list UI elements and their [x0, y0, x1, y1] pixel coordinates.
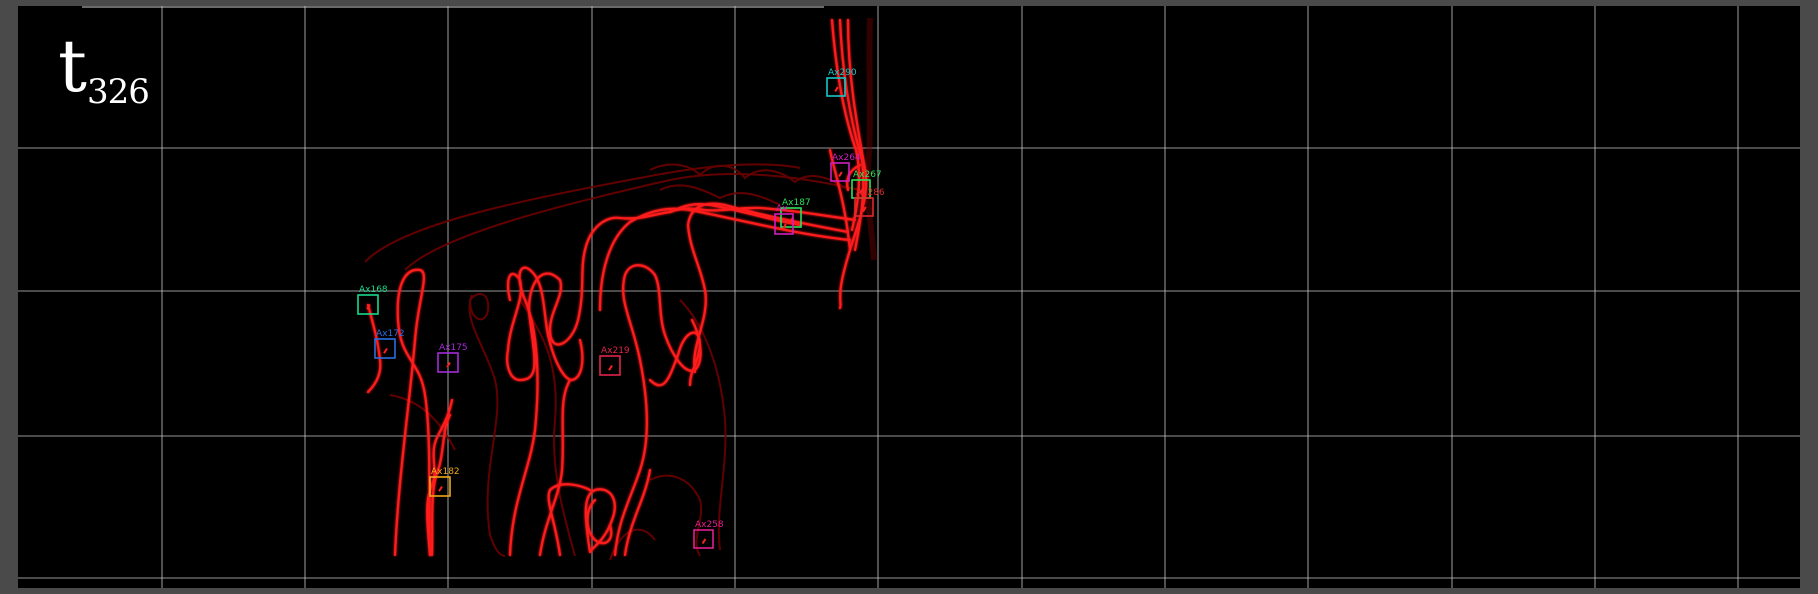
- growth-cone-marker: [446, 361, 451, 368]
- microscopy-scene: Ax290Ax264Ax267Ax286Ax187AxAx168Ax172Ax1…: [18, 6, 1800, 588]
- annotation-box: [599, 355, 621, 376]
- faint-axon-traces: [364, 17, 877, 561]
- axon-annotation: Ax168: [357, 285, 388, 315]
- timestamp-index: 326: [86, 71, 150, 112]
- annotation-label: Ax290: [828, 68, 857, 78]
- annotation-label: Ax: [776, 204, 788, 214]
- annotation-layer: Ax290Ax264Ax267Ax286Ax187AxAx168Ax172Ax1…: [357, 68, 885, 549]
- growth-cone-marker: [701, 538, 707, 545]
- annotation-label: Ax182: [431, 467, 460, 477]
- annotation-label: Ax264: [832, 153, 861, 163]
- annotation-label: Ax286: [856, 188, 885, 198]
- growth-cone-marker: [608, 364, 613, 371]
- annotation-label: Ax175: [439, 343, 468, 353]
- annotation-label: Ax258: [695, 520, 724, 530]
- growth-cone-marker: [834, 86, 839, 93]
- annotation-label: Ax219: [601, 346, 630, 356]
- annotation-label: Ax267: [853, 170, 882, 180]
- growth-cone-marker: [438, 485, 443, 492]
- timestamp-letter: t: [58, 24, 87, 108]
- axon-annotation: Ax219: [599, 346, 630, 376]
- timestamp-label: t326: [58, 30, 150, 112]
- annotation-label: Ax172: [376, 329, 405, 339]
- growth-cone-marker: [838, 171, 843, 178]
- growth-cone-marker: [383, 347, 388, 354]
- annotation-label: Ax168: [359, 285, 388, 295]
- axon-annotation: Ax175: [437, 343, 468, 373]
- grid-overlay: [18, 6, 1800, 588]
- growth-cone-marker: [782, 223, 787, 230]
